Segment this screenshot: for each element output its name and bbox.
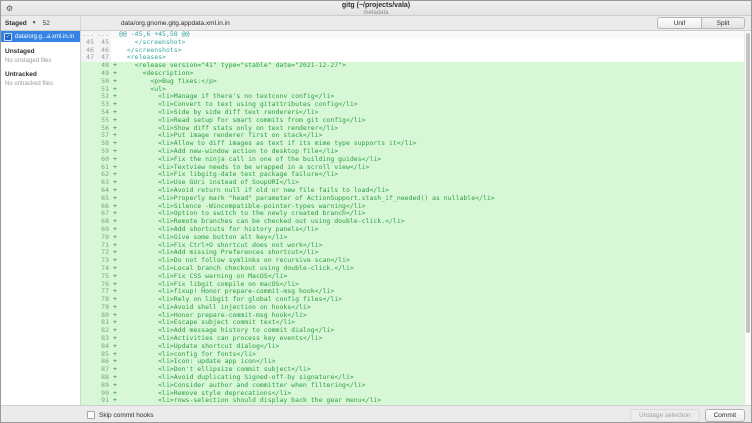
old-line-number <box>81 218 96 226</box>
old-line-number <box>81 117 96 125</box>
old-line-number <box>81 249 96 257</box>
commit-button[interactable]: Commit <box>705 409 745 422</box>
old-line-number <box>81 288 96 296</box>
old-line-number <box>81 242 96 250</box>
checkbox-box[interactable] <box>87 411 95 419</box>
staged-file-label: data/org.g...a.xml.in.in <box>15 34 74 40</box>
old-line-number <box>81 343 96 351</box>
old-line-number <box>81 171 96 179</box>
old-line-number <box>81 257 96 265</box>
title-stack: gitg (~/projects/vala) metadata <box>1 1 751 16</box>
old-line-number <box>81 265 96 273</box>
scrollbar-thumb[interactable] <box>746 33 750 333</box>
old-line-number <box>81 203 96 211</box>
diff-sign <box>111 47 119 55</box>
old-line-number <box>81 164 96 172</box>
gitg-window: ⚙ gitg (~/projects/vala) metadata Staged… <box>0 0 752 423</box>
toolbar-left: Staged ▼ 52 <box>1 16 81 30</box>
old-line-number <box>81 179 96 187</box>
titlebar: ⚙ gitg (~/projects/vala) metadata <box>1 1 751 16</box>
staged-mode-label: Staged <box>5 20 27 27</box>
old-line-number <box>81 62 96 70</box>
diff-line[interactable]: 91+ <li>rows-selection should display ba… <box>81 397 751 405</box>
file-path-header[interactable]: data/org.gnome.gitg.appdata.xml.in.in <box>121 20 657 27</box>
staged-mode-dropdown[interactable]: Staged ▼ <box>5 20 37 27</box>
old-line-number <box>81 319 96 327</box>
footer-bar: Skip commit hooks Unstage selection Comm… <box>1 405 751 423</box>
old-line-number <box>81 187 96 195</box>
staged-file-row[interactable]: ✓ data/org.g...a.xml.in.in <box>1 31 80 42</box>
skip-hooks-label: Skip commit hooks <box>99 412 154 419</box>
old-line-number <box>81 351 96 359</box>
untracked-empty-label: No untracked files <box>1 79 80 88</box>
window-title: gitg (~/projects/vala) <box>1 2 751 10</box>
chevron-down-icon: ▼ <box>32 20 37 26</box>
old-line-number <box>81 281 96 289</box>
old-line-number <box>81 397 96 405</box>
old-line-number <box>81 358 96 366</box>
footer-actions: Unstage selection Commit <box>625 409 745 422</box>
old-line-number <box>81 273 96 281</box>
old-line-number <box>81 125 96 133</box>
new-line-number: 91 <box>96 397 111 405</box>
old-line-number <box>81 327 96 335</box>
sidebar-section-untracked[interactable]: Untracked <box>1 65 80 79</box>
old-line-number <box>81 335 96 343</box>
old-line-number <box>81 70 96 78</box>
diff-sign <box>111 31 119 39</box>
old-line-number <box>81 226 96 234</box>
diff-view[interactable]: ......@@ -45,6 +45,58 @@4545 </screensho… <box>81 31 751 405</box>
old-line-number <box>81 304 96 312</box>
diff-mode-switcher: Unif Split <box>657 17 745 29</box>
old-line-number <box>81 101 96 109</box>
diff-line[interactable]: 50+ <p>Bug fixes:</p> <box>81 78 751 86</box>
unstaged-empty-label: No unstaged files <box>1 56 80 65</box>
old-line-number <box>81 382 96 390</box>
old-line-number <box>81 156 96 164</box>
old-line-number <box>81 140 96 148</box>
split-button[interactable]: Split <box>701 17 745 29</box>
old-line-number <box>81 86 96 94</box>
unstage-selection-button[interactable]: Unstage selection <box>630 409 700 422</box>
old-line-number <box>81 132 96 140</box>
diff-stat-count: 52 <box>43 20 50 27</box>
main-body: ✓ data/org.g...a.xml.in.in Unstaged No u… <box>1 31 751 405</box>
old-line-number <box>81 312 96 320</box>
old-line-number <box>81 195 96 203</box>
old-line-number <box>81 78 96 86</box>
old-line-number <box>81 148 96 156</box>
old-line-number: 47 <box>81 54 96 62</box>
diff-sign <box>111 39 119 47</box>
old-line-number <box>81 296 96 304</box>
file-checkbox[interactable]: ✓ <box>4 33 12 41</box>
skip-hooks-checkbox[interactable]: Skip commit hooks <box>87 411 154 419</box>
window-subtitle: metadata <box>1 10 751 16</box>
toolbar: Staged ▼ 52 data/org.gnome.gitg.appdata.… <box>1 16 751 31</box>
old-line-number <box>81 374 96 382</box>
unif-button[interactable]: Unif <box>657 17 701 29</box>
old-line-number <box>81 109 96 117</box>
vertical-scrollbar[interactable] <box>744 31 751 405</box>
files-sidebar: ✓ data/org.g...a.xml.in.in Unstaged No u… <box>1 31 81 405</box>
sidebar-section-unstaged[interactable]: Unstaged <box>1 42 80 56</box>
old-line-number <box>81 234 96 242</box>
old-line-number <box>81 366 96 374</box>
diff-line[interactable]: 4646 </screenshots> <box>81 47 751 55</box>
diff-text: <li>rows-selection should display back t… <box>119 397 381 405</box>
old-line-number <box>81 210 96 218</box>
old-line-number <box>81 390 96 398</box>
old-line-number <box>81 93 96 101</box>
diff-sign: + <box>111 397 119 405</box>
